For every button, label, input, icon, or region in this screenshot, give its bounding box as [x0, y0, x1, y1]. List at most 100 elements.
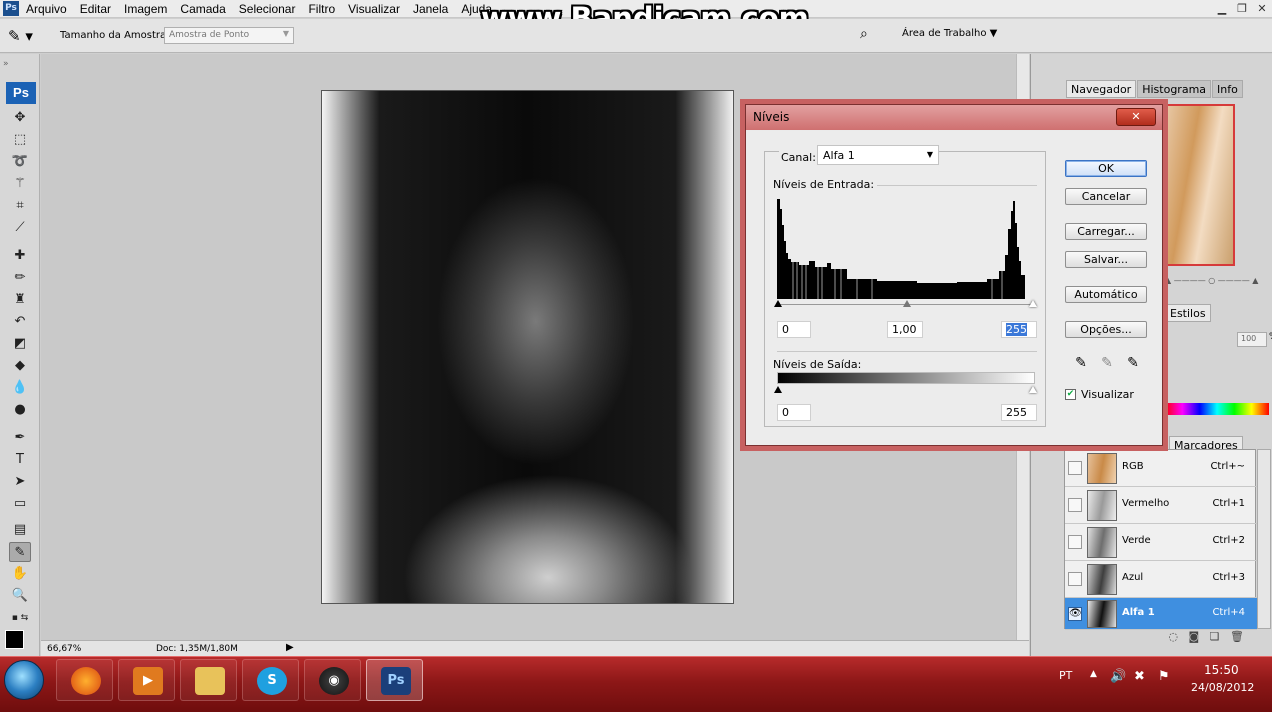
type-tool-icon[interactable]: T [9, 450, 31, 470]
paint-bucket-tool-icon[interactable]: ◆ [9, 356, 31, 376]
collapse-toolbox-icon[interactable]: » [3, 59, 9, 69]
document-image[interactable] [321, 90, 734, 604]
eraser-tool-icon[interactable]: ◩ [9, 334, 31, 354]
input-white-handle[interactable] [1029, 300, 1037, 307]
taskbar-explorer[interactable] [180, 659, 237, 701]
volume-icon[interactable]: 🔊 [1110, 669, 1126, 684]
save-button[interactable]: Salvar... [1065, 251, 1147, 268]
menu-arquivo[interactable]: Arquivo [26, 2, 74, 16]
ps-badge-icon[interactable]: Ps [6, 82, 36, 104]
photoshop-logo-icon[interactable]: Ps [3, 1, 19, 16]
cancel-button[interactable]: Cancelar [1065, 188, 1147, 205]
menu-imagem[interactable]: Imagem [124, 2, 174, 16]
eyedropper-tool-icon[interactable]: ✎ [9, 542, 31, 562]
delete-channel-icon[interactable]: 🗑 [1230, 630, 1244, 643]
input-white-field[interactable]: 255 [1001, 321, 1037, 338]
visibility-toggle[interactable] [1068, 572, 1082, 586]
visibility-toggle[interactable] [1068, 461, 1082, 475]
restore-icon[interactable]: ❐ [1232, 0, 1252, 17]
input-black-handle[interactable] [774, 300, 782, 307]
opacity-field[interactable]: 100 [1237, 332, 1267, 347]
lasso-tool-icon[interactable]: ➰ [9, 152, 31, 172]
save-selection-icon[interactable]: ◙ [1188, 630, 1199, 643]
brush-tool-icon[interactable]: ✏ [9, 268, 31, 288]
tab-histograma[interactable]: Histograma [1137, 80, 1212, 98]
ok-button[interactable]: OK [1065, 160, 1147, 177]
new-channel-icon[interactable]: ❏ [1210, 630, 1220, 643]
input-gamma-handle[interactable] [903, 300, 911, 307]
clock-date[interactable]: 24/08/2012 [1191, 681, 1254, 694]
shape-tool-icon[interactable]: ▭ [9, 494, 31, 514]
menu-janela[interactable]: Janela [413, 2, 455, 16]
eye-icon[interactable]: 👁 [1068, 607, 1082, 621]
sample-size-select[interactable]: Amostra de Ponto ▼ [164, 27, 294, 44]
blur-tool-icon[interactable]: 💧 [9, 378, 31, 398]
channel-row-alfa-1[interactable]: 👁 Alfa 1 Ctrl+4 [1065, 598, 1257, 630]
output-black-field[interactable]: 0 [777, 404, 811, 421]
slice-tool-icon[interactable]: ⟋ [9, 218, 31, 238]
black-eyedropper-icon[interactable]: ✎ [1072, 355, 1090, 371]
zoom-tool-icon[interactable]: 🔍 [9, 586, 31, 606]
menu-filtro[interactable]: Filtro [308, 2, 342, 16]
healing-brush-tool-icon[interactable]: ✚ [9, 246, 31, 266]
show-hidden-icons-icon[interactable]: ▲ [1090, 669, 1097, 679]
visibility-toggle[interactable] [1068, 498, 1082, 512]
status-menu-arrow-icon[interactable]: ▶ [286, 642, 294, 653]
marquee-tool-icon[interactable]: ⬚ [9, 130, 31, 150]
channel-select[interactable]: Alfa 1 ▼ [817, 145, 939, 165]
path-selection-tool-icon[interactable]: ➤ [9, 472, 31, 492]
tab-info[interactable]: Info [1212, 80, 1243, 98]
close-button[interactable]: ✕ [1116, 108, 1156, 126]
output-white-handle[interactable] [1029, 386, 1037, 393]
load-selection-icon[interactable]: ◌ [1168, 630, 1178, 643]
pen-tool-icon[interactable]: ✒ [9, 428, 31, 448]
taskbar-media-player[interactable]: ▶ [118, 659, 175, 701]
channel-row-verde[interactable]: Verde Ctrl+2 [1065, 524, 1257, 561]
menu-selecionar[interactable]: Selecionar [239, 2, 303, 16]
tab-navegador[interactable]: Navegador [1066, 80, 1137, 98]
network-icon[interactable]: ✖ [1134, 669, 1145, 684]
minimize-icon[interactable]: ▁ [1212, 0, 1232, 17]
hand-tool-icon[interactable]: ✋ [9, 564, 31, 584]
output-black-handle[interactable] [774, 386, 782, 393]
channel-row-vermelho[interactable]: Vermelho Ctrl+1 [1065, 487, 1257, 524]
language-indicator[interactable]: PT [1059, 669, 1072, 682]
navigator-thumbnail[interactable] [1165, 104, 1235, 266]
input-black-field[interactable]: 0 [777, 321, 811, 338]
tab-estilos[interactable]: Estilos [1165, 304, 1211, 322]
crop-tool-icon[interactable]: ⌗ [9, 196, 31, 216]
menu-visualizar[interactable]: Visualizar [348, 2, 407, 16]
gray-eyedropper-icon[interactable]: ✎ [1098, 355, 1116, 371]
magic-wand-tool-icon[interactable]: ⚚ [9, 174, 31, 194]
navigator-zoom-slider[interactable]: ▲ ———— ○ ———— ▲ [1165, 276, 1269, 288]
taskbar-bandicam[interactable]: ◉ [304, 659, 361, 701]
white-eyedropper-icon[interactable]: ✎ [1124, 355, 1142, 371]
taskbar-firefox[interactable] [56, 659, 113, 701]
foreground-color-swatch[interactable] [5, 630, 24, 649]
options-button[interactable]: Opções... [1065, 321, 1147, 338]
dialog-titlebar[interactable]: Níveis ✕ [746, 105, 1162, 130]
move-tool-icon[interactable]: ✥ [9, 108, 31, 128]
auto-button[interactable]: Automático [1065, 286, 1147, 303]
output-white-field[interactable]: 255 [1001, 404, 1037, 421]
taskbar-photoshop[interactable]: Ps [366, 659, 423, 701]
workspace-menu[interactable]: Área de Trabalho ▼ [902, 28, 997, 39]
color-spectrum[interactable] [1165, 403, 1269, 415]
channel-row-rgb[interactable]: RGB Ctrl+~ [1065, 450, 1257, 487]
clock-time[interactable]: 15:50 [1204, 663, 1239, 677]
swap-colors-icon[interactable]: ▪ ⇆ [9, 608, 31, 628]
taskbar-skype[interactable]: S [242, 659, 299, 701]
channels-scrollbar[interactable] [1257, 449, 1271, 629]
dodge-tool-icon[interactable]: ● [9, 400, 31, 420]
zoom-level[interactable]: 66,67% [47, 644, 81, 654]
eyedropper-preset-icon[interactable]: ✎ ▾ [8, 25, 44, 47]
action-center-icon[interactable]: ⚑ [1158, 669, 1170, 684]
start-button-icon[interactable] [4, 660, 44, 700]
channel-row-azul[interactable]: Azul Ctrl+3 [1065, 561, 1257, 598]
load-button[interactable]: Carregar... [1065, 223, 1147, 240]
clone-stamp-tool-icon[interactable]: ♜ [9, 290, 31, 310]
menu-editar[interactable]: Editar [80, 2, 118, 16]
visibility-toggle[interactable] [1068, 535, 1082, 549]
history-brush-tool-icon[interactable]: ↶ [9, 312, 31, 332]
close-window-icon[interactable]: ✕ [1252, 0, 1272, 17]
